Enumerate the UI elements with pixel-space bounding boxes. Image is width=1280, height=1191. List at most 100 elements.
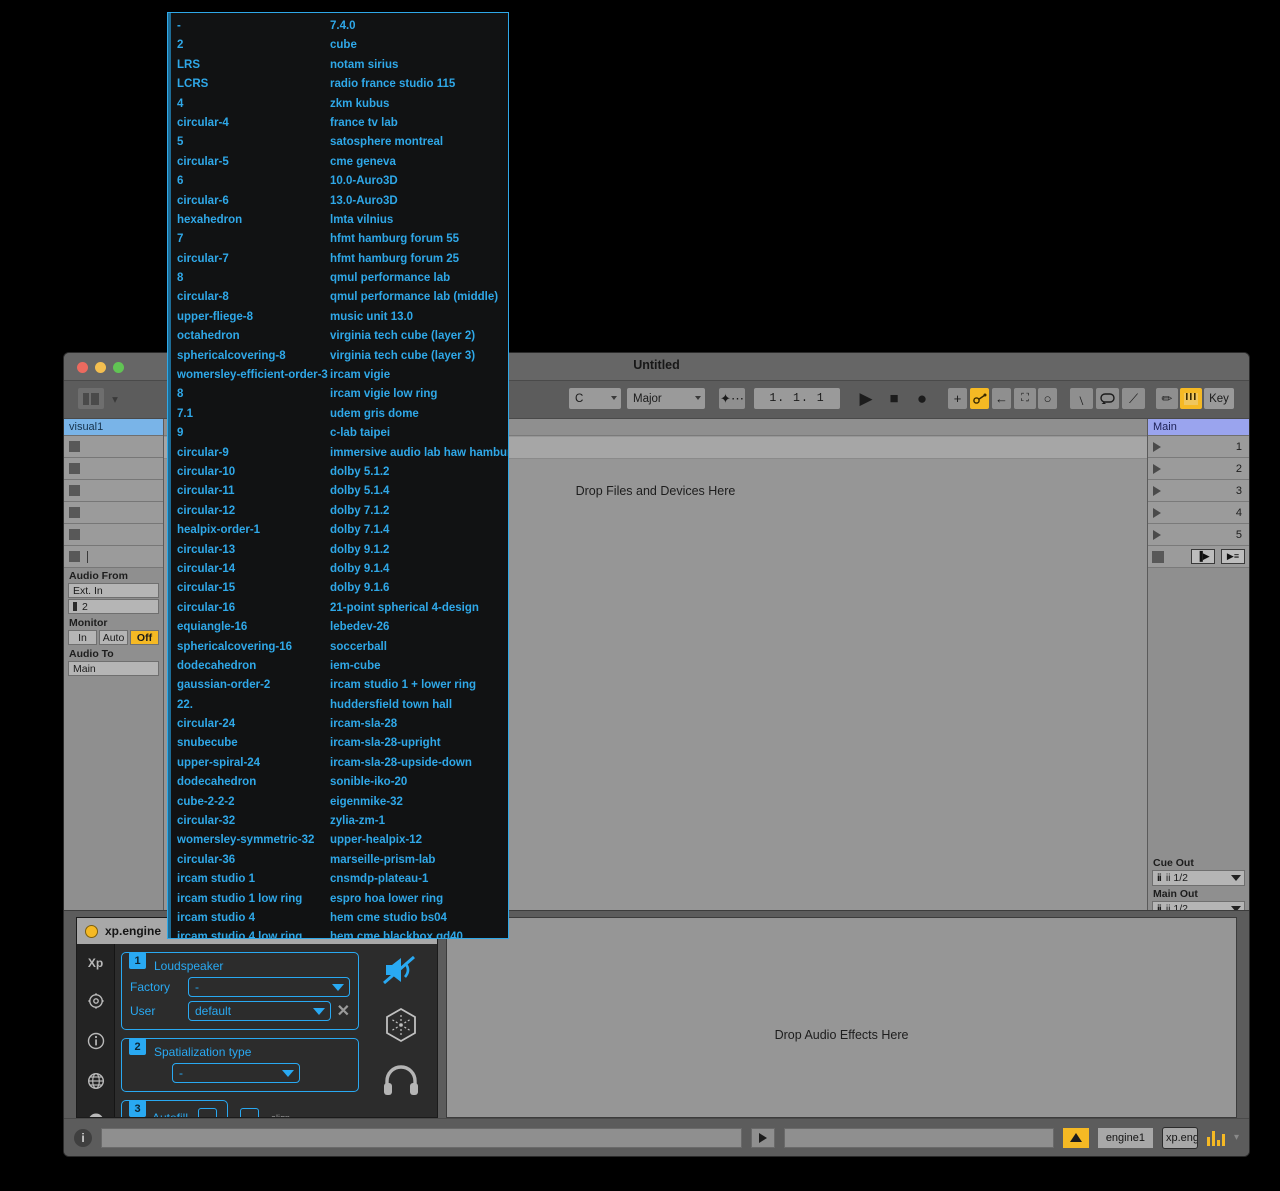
dropdown-item[interactable]: notam sirius: [330, 56, 509, 75]
dropdown-item[interactable]: cme geneva: [330, 153, 509, 172]
dropdown-item[interactable]: circular-14: [177, 560, 328, 579]
clip-slot[interactable]: [64, 502, 163, 524]
dropdown-item[interactable]: 10.0-Auro3D: [330, 172, 509, 191]
dropdown-item[interactable]: music unit 13.0: [330, 308, 509, 327]
dropdown-item[interactable]: virginia tech cube (layer 2): [330, 327, 509, 346]
status-play-button[interactable]: [751, 1128, 775, 1148]
cue-out-select[interactable]: ii ii 1/2: [1152, 870, 1245, 886]
dropdown-item[interactable]: dolby 5.1.4: [330, 482, 509, 501]
session-view-toggle[interactable]: [78, 388, 104, 409]
scene-row[interactable]: 4: [1148, 502, 1249, 524]
dropdown-item[interactable]: womersley-symmetric-32: [177, 831, 328, 850]
speaker-muted-icon[interactable]: [382, 954, 420, 991]
align-checkbox[interactable]: [240, 1108, 259, 1118]
dropdown-item[interactable]: cnsmdp-plateau-1: [330, 870, 509, 889]
dropdown-item[interactable]: LCRS: [177, 75, 328, 94]
stop-all-clips-icon[interactable]: [1152, 551, 1164, 563]
dropdown-item[interactable]: LRS: [177, 56, 328, 75]
record-button[interactable]: ●: [912, 388, 932, 409]
device-power-icon[interactable]: [85, 925, 98, 938]
dropdown-item[interactable]: dolby 5.1.2: [330, 463, 509, 482]
dropdown-item[interactable]: immersive audio lab haw hamburg: [330, 444, 509, 463]
spatialization-type-select[interactable]: -: [172, 1063, 300, 1083]
dropdown-item[interactable]: 7.1: [177, 405, 328, 424]
headphones-icon[interactable]: [381, 1064, 421, 1101]
monitor-auto-button[interactable]: Auto: [99, 630, 128, 645]
fade-out-curve-button[interactable]: ﹨: [1070, 388, 1093, 409]
dropdown-item[interactable]: ircam studio 1 + lower ring: [330, 676, 509, 695]
delete-preset-icon[interactable]: ✕: [337, 1001, 350, 1021]
dropdown-item[interactable]: womersley-efficient-order-3: [177, 366, 328, 385]
audio-channel-select[interactable]: 2: [68, 599, 159, 614]
dropdown-item[interactable]: cube-2-2-2: [177, 793, 328, 812]
dropdown-scroll-indicator[interactable]: [168, 13, 171, 938]
dropdown-item[interactable]: france tv lab: [330, 114, 509, 133]
dropdown-item[interactable]: sonible-iko-20: [330, 773, 509, 792]
dropdown-item[interactable]: circular-13: [177, 541, 328, 560]
dropdown-item[interactable]: 8: [177, 385, 328, 404]
dropdown-item[interactable]: circular-11: [177, 482, 328, 501]
dropdown-item[interactable]: circular-10: [177, 463, 328, 482]
monitor-off-button[interactable]: Off: [130, 630, 159, 645]
dropdown-item[interactable]: 13.0-Auro3D: [330, 192, 509, 211]
link-nodes-button[interactable]: [970, 388, 989, 409]
key-map-button[interactable]: Key: [1204, 388, 1234, 409]
midi-map-button[interactable]: [1180, 388, 1202, 409]
dropdown-item[interactable]: qmul performance lab (middle): [330, 288, 509, 307]
dropdown-item[interactable]: eigenmike-32: [330, 793, 509, 812]
audio-from-select[interactable]: Ext. In: [68, 583, 159, 598]
dropdown-item[interactable]: hfmt hamburg forum 55: [330, 230, 509, 249]
dropdown-item[interactable]: ircam studio 4: [177, 909, 328, 928]
dropdown-item[interactable]: radio france studio 115: [330, 75, 509, 94]
user-preset-select[interactable]: default: [188, 1001, 331, 1021]
dropdown-item[interactable]: marseille-prism-lab: [330, 851, 509, 870]
dropdown-item[interactable]: 7: [177, 230, 328, 249]
dropdown-item[interactable]: gaussian-order-2: [177, 676, 328, 695]
dropdown-item[interactable]: virginia tech cube (layer 3): [330, 347, 509, 366]
fade-in-curve-button[interactable]: ⟋: [1122, 388, 1145, 409]
dropdown-item[interactable]: circular-9: [177, 444, 328, 463]
back-arrow-button[interactable]: ←: [992, 388, 1011, 409]
dropdown-item[interactable]: ircam studio 1 low ring: [177, 890, 328, 909]
dropdown-item[interactable]: soccerball: [330, 638, 509, 657]
dropdown-item[interactable]: circular-24: [177, 715, 328, 734]
dropdown-item[interactable]: circular-5: [177, 153, 328, 172]
cpu-bars-icon[interactable]: [1207, 1130, 1225, 1146]
dropdown-item[interactable]: healpix-order-1: [177, 521, 328, 540]
dropdown-item[interactable]: circular-32: [177, 812, 328, 831]
dropdown-item[interactable]: upper-healpix-12: [330, 831, 509, 850]
dropdown-item[interactable]: 5: [177, 133, 328, 152]
dropdown-item[interactable]: iem-cube: [330, 657, 509, 676]
dropdown-item[interactable]: lmta vilnius: [330, 211, 509, 230]
play-button[interactable]: ▶: [856, 388, 876, 409]
globe-icon[interactable]: [85, 1072, 106, 1090]
dropdown-item[interactable]: ircam-sla-28-upright: [330, 734, 509, 753]
scene-row[interactable]: 1: [1148, 436, 1249, 458]
dropdown-item[interactable]: circular-15: [177, 579, 328, 598]
dropdown-item[interactable]: 7.4.0: [330, 17, 509, 36]
clip-slot[interactable]: [64, 524, 163, 546]
dropdown-item[interactable]: 8: [177, 269, 328, 288]
dropdown-item[interactable]: upper-fliege-8: [177, 308, 328, 327]
dropdown-item[interactable]: dolby 9.1.6: [330, 579, 509, 598]
dropdown-item[interactable]: qmul performance lab: [330, 269, 509, 288]
loop-button[interactable]: [1096, 388, 1119, 409]
dropdown-item[interactable]: dodecahedron: [177, 773, 328, 792]
view-chevron-icon[interactable]: ▾: [108, 388, 122, 409]
dropdown-item[interactable]: 21-point spherical 4-design: [330, 599, 509, 618]
dropdown-item[interactable]: ircam vigie: [330, 366, 509, 385]
follow-button[interactable]: ✦⋯: [719, 388, 745, 409]
main-track-header[interactable]: Main: [1148, 419, 1249, 436]
dropdown-item[interactable]: huddersfield town hall: [330, 696, 509, 715]
dropdown-item[interactable]: ircam vigie low ring: [330, 385, 509, 404]
engine-label[interactable]: engine1: [1098, 1128, 1153, 1148]
clip-slot[interactable]: [64, 458, 163, 480]
dropdown-item[interactable]: ircam-sla-28-upside-down: [330, 754, 509, 773]
autofill-checkbox[interactable]: [198, 1108, 217, 1118]
audio-effects-drop-zone[interactable]: Drop Audio Effects Here: [446, 917, 1237, 1118]
draw-pencil-icon[interactable]: ✏: [1156, 388, 1178, 409]
dropdown-item[interactable]: upper-spiral-24: [177, 754, 328, 773]
dropdown-item[interactable]: ircam studio 4 low ring: [177, 928, 328, 939]
dropdown-item[interactable]: sphericalcovering-16: [177, 638, 328, 657]
clip-slot[interactable]: [64, 436, 163, 458]
